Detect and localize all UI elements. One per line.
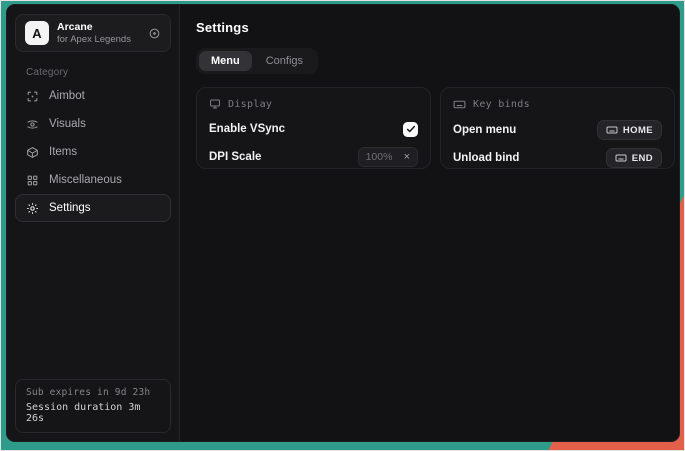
app-subtitle: for Apex Legends: [57, 34, 131, 46]
keyboard-icon: [615, 152, 627, 164]
display-card: Display Enable VSync DPI Scale ×: [196, 87, 431, 169]
keybinds-card: Key binds Open menu HOME Unload bin: [440, 87, 675, 169]
sidebar-nav: Aimbot Visuals Items: [15, 82, 171, 222]
tab-bar: Menu Configs: [196, 48, 318, 74]
clear-icon[interactable]: ×: [404, 152, 410, 163]
sidebar-item-visuals[interactable]: Visuals: [15, 110, 171, 138]
app-window: A Arcane for Apex Legends Category: [6, 4, 680, 442]
sidebar-item-label: Aimbot: [49, 90, 85, 102]
dpi-scale-label: DPI Scale: [209, 151, 261, 163]
unload-bind-label: Unload bind: [453, 152, 519, 164]
card-title: Display: [228, 99, 272, 110]
sidebar-item-label: Miscellaneous: [49, 174, 122, 186]
vsync-label: Enable VSync: [209, 123, 285, 135]
sidebar-item-label: Items: [49, 146, 77, 158]
unload-bind-button[interactable]: END: [606, 148, 662, 168]
tab-menu[interactable]: Menu: [199, 51, 252, 71]
bind-key-label: END: [632, 153, 653, 164]
dpi-scale-input[interactable]: [366, 151, 398, 163]
app-title: Arcane: [57, 21, 131, 34]
sidebar: A Arcane for Apex Legends Category: [7, 5, 180, 441]
crosshair-icon: [26, 90, 39, 103]
sidebar-item-miscellaneous[interactable]: Miscellaneous: [15, 166, 171, 194]
sidebar-item-label: Settings: [49, 202, 91, 214]
account-card[interactable]: A Arcane for Apex Legends: [15, 14, 171, 52]
bind-key-label: HOME: [623, 125, 653, 136]
grid-icon: [26, 174, 39, 187]
page-title: Settings: [196, 20, 675, 35]
session-duration-text: Session duration 3m 26s: [26, 402, 160, 424]
category-label: Category: [26, 67, 171, 78]
eye-icon: [26, 118, 39, 131]
package-icon: [26, 146, 39, 159]
open-menu-bind-button[interactable]: HOME: [597, 120, 662, 140]
target-icon[interactable]: [148, 27, 161, 40]
sidebar-item-settings[interactable]: Settings: [15, 194, 171, 222]
tab-configs[interactable]: Configs: [254, 51, 315, 71]
sub-expiry-text: Sub expires in 9d 23h: [26, 387, 160, 398]
dpi-scale-input-group: ×: [358, 147, 418, 167]
monitor-icon: [209, 98, 221, 110]
keyboard-icon: [606, 124, 618, 136]
keyboard-icon: [453, 98, 466, 111]
open-menu-label: Open menu: [453, 124, 516, 136]
sidebar-item-items[interactable]: Items: [15, 138, 171, 166]
gear-icon: [26, 202, 39, 215]
card-title: Key binds: [473, 99, 530, 110]
subscription-status-box: Sub expires in 9d 23h Session duration 3…: [15, 379, 171, 433]
main-content: Settings Menu Configs Display Enable VSy…: [180, 5, 680, 441]
sidebar-item-label: Visuals: [49, 118, 86, 130]
app-logo: A: [25, 21, 49, 45]
vsync-checkbox[interactable]: [403, 122, 418, 137]
sidebar-item-aimbot[interactable]: Aimbot: [15, 82, 171, 110]
